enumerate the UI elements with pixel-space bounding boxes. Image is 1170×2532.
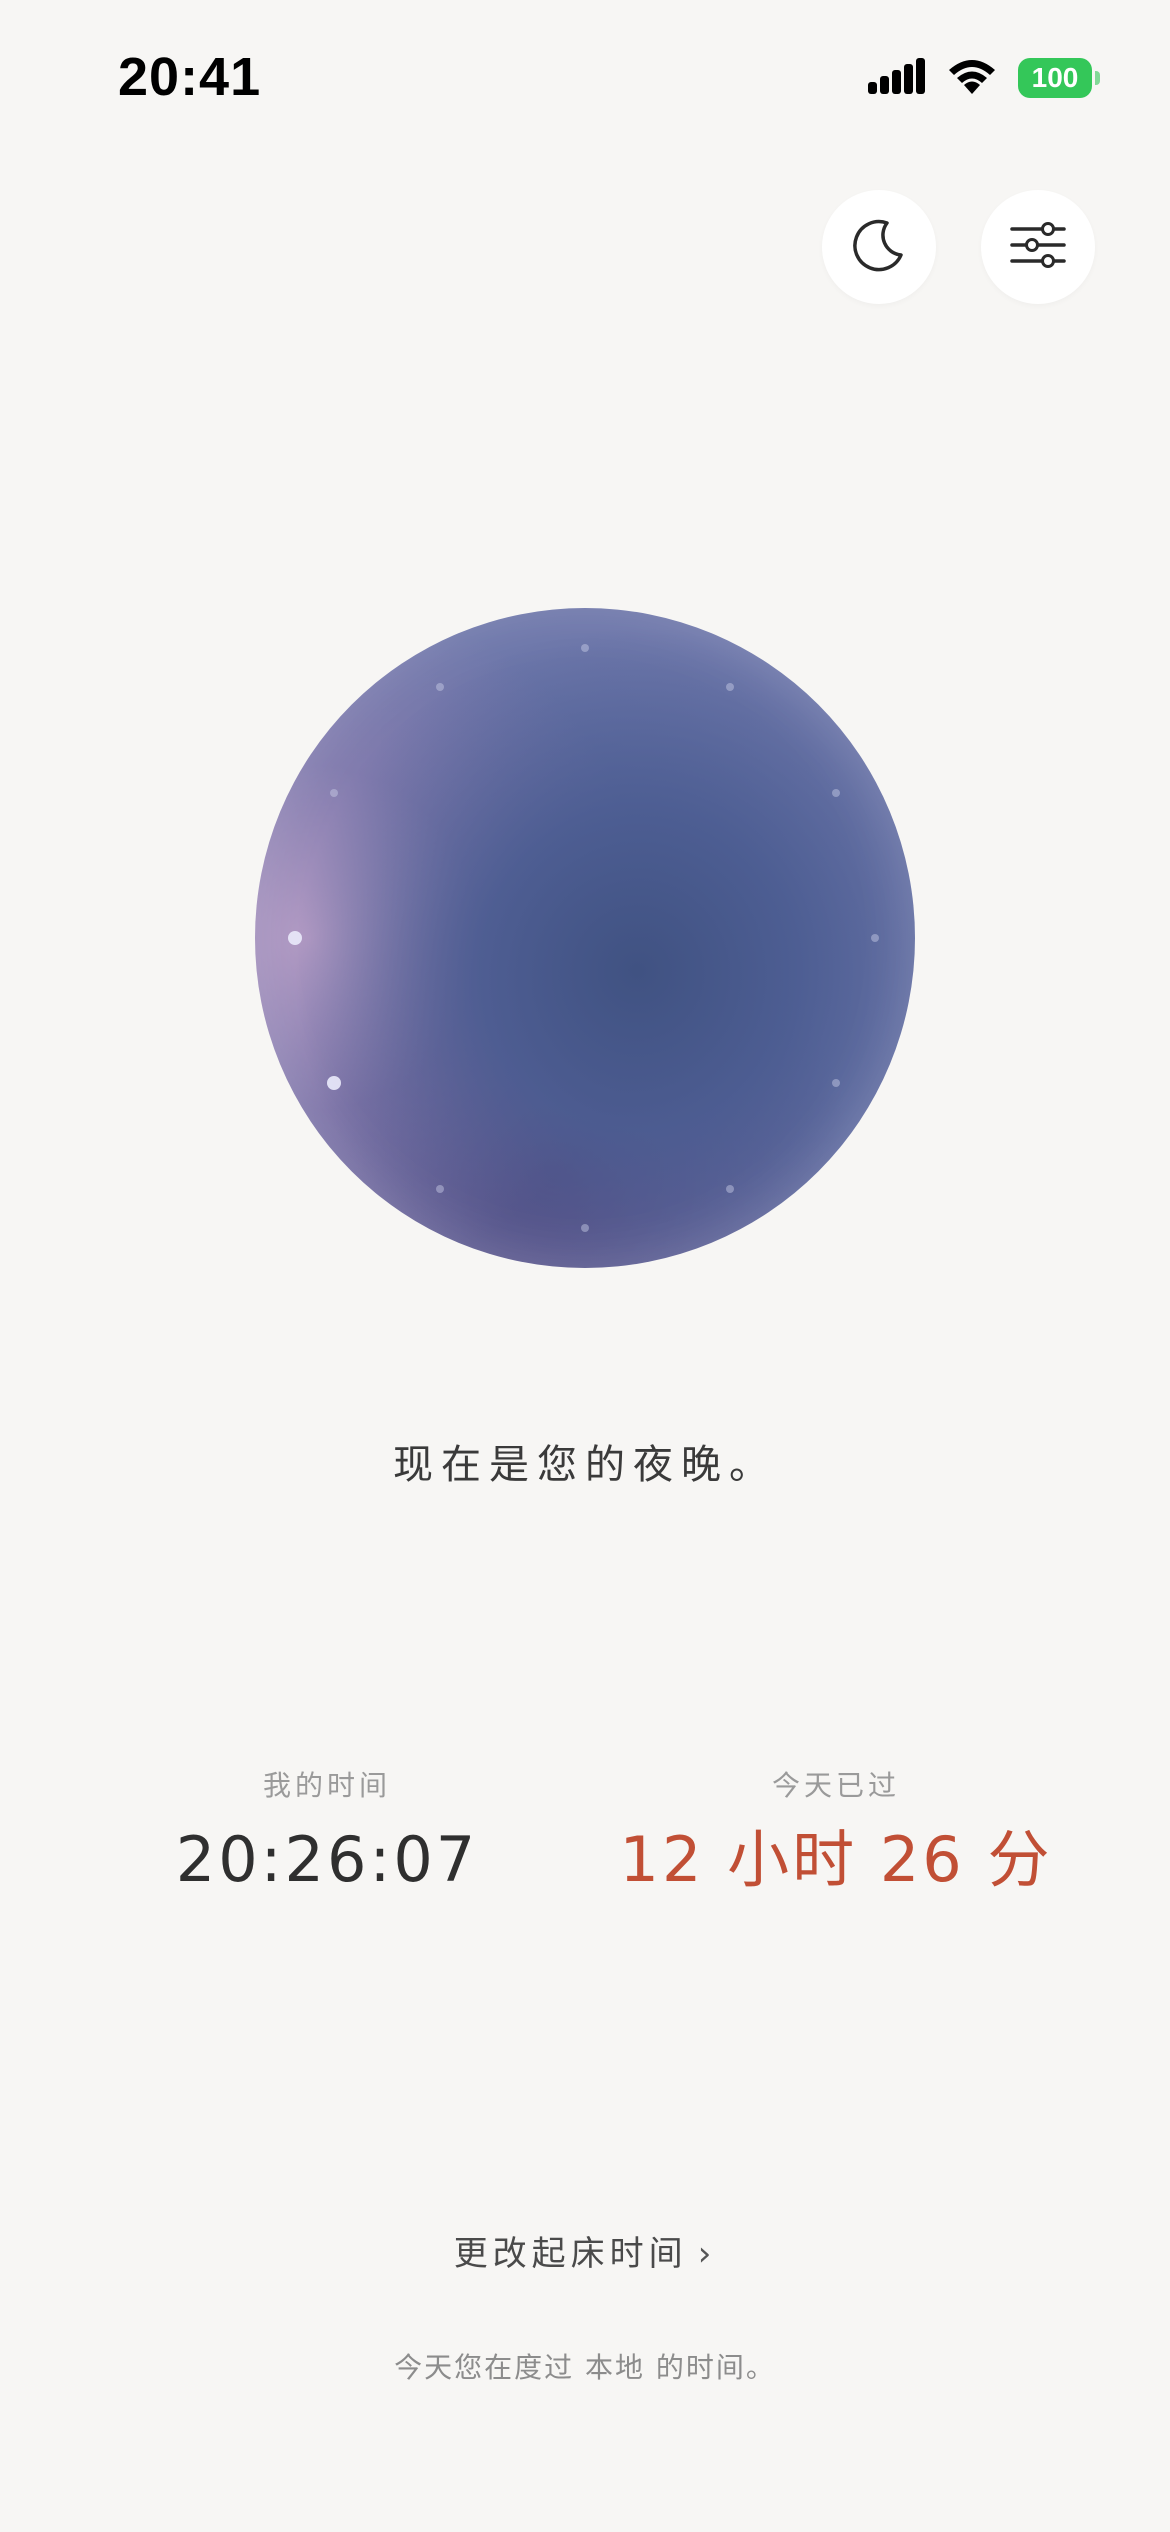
my-time-stat: 我的时间 20:26:07 [77, 1766, 577, 1898]
signal-icon [868, 56, 926, 100]
orb-tick [329, 789, 338, 797]
orb-marker-active [288, 931, 302, 945]
elapsed-stat: 今天已过 12 小时 26 分 [586, 1766, 1086, 1898]
my-time-label: 我的时间 [262, 1769, 391, 1802]
sliders-icon [1010, 221, 1066, 273]
footer-note: 今天您在度过 本地 的时间。 [394, 2351, 776, 2384]
chevron-right-icon: › [697, 2234, 717, 2274]
moon-icon [849, 215, 909, 279]
day-orb [255, 608, 915, 1268]
orb-tick [581, 644, 589, 652]
change-wake-time-link[interactable]: 更改起床时间 › [0, 2226, 1170, 2275]
status-icons: 100 [868, 54, 1100, 102]
orb-tick [726, 1185, 734, 1194]
change-wake-time-label: 更改起床时间 [453, 2234, 688, 2274]
battery-level: 100 [1031, 62, 1079, 93]
orb-tick [581, 1224, 589, 1232]
my-time-value: 20:26:07 [175, 1823, 479, 1896]
orb-tick [436, 682, 444, 691]
elapsed-label: 今天已过 [771, 1769, 900, 1802]
status-time: 20:41 [118, 47, 262, 107]
orb-tick [726, 682, 734, 691]
night-message: 现在是您的夜晚。 [393, 1442, 777, 1488]
orb-marker-active [326, 1076, 341, 1090]
orb-tick [832, 1079, 841, 1087]
orb-tick [832, 789, 841, 797]
battery-icon: 100 [1018, 58, 1100, 98]
sleep-mode-button[interactable] [822, 190, 936, 304]
settings-button[interactable] [981, 190, 1095, 304]
orb-tick [436, 1185, 444, 1194]
wifi-icon [946, 56, 998, 100]
elapsed-value: 12 小时 26 分 [619, 1823, 1053, 1896]
orb-tick [871, 934, 879, 942]
